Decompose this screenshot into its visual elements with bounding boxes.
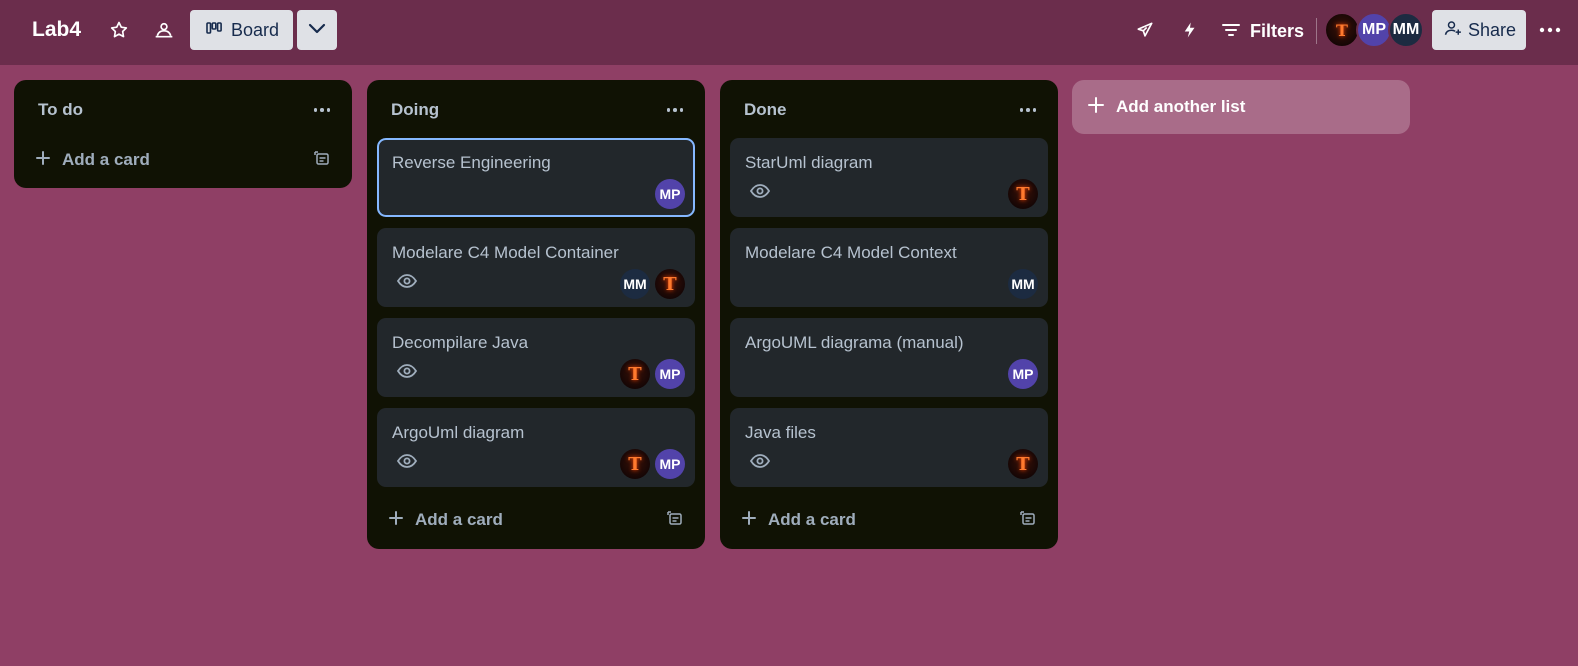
list-header: Done	[720, 80, 1058, 140]
list-doing: Doing Reverse Engineering MP Modelare C4…	[367, 80, 705, 549]
avatar[interactable]: MP	[1356, 12, 1392, 48]
view-switcher-button[interactable]	[297, 10, 337, 50]
avatar[interactable]: MM	[1388, 12, 1424, 48]
board-header: Lab4 Board Filters T MP MM Share	[0, 0, 1578, 65]
power-ups-icon[interactable]	[1129, 14, 1161, 46]
plus-icon	[1088, 96, 1104, 118]
star-icon[interactable]	[103, 14, 135, 46]
avatar[interactable]: MP	[1008, 359, 1038, 389]
card[interactable]: StarUml diagram T	[730, 138, 1048, 217]
list-done: Done StarUml diagram T Modelare C4 Model…	[720, 80, 1058, 549]
automation-icon[interactable]	[1174, 14, 1206, 46]
card-title: ArgoUML diagrama (manual)	[745, 333, 964, 352]
card-members: T MP	[620, 449, 685, 479]
avatar[interactable]: MM	[620, 269, 650, 299]
share-button[interactable]: Share	[1432, 10, 1526, 50]
avatar[interactable]: MM	[1008, 269, 1038, 299]
list-title[interactable]: To do	[38, 100, 83, 120]
card[interactable]: Java files T	[730, 408, 1048, 487]
card-title: Modelare C4 Model Context	[745, 243, 957, 262]
card[interactable]: ArgoUML diagrama (manual) MP	[730, 318, 1048, 397]
eye-icon	[396, 364, 418, 383]
board-title[interactable]: Lab4	[32, 18, 81, 42]
card-title: ArgoUml diagram	[392, 423, 525, 442]
list-title[interactable]: Doing	[391, 100, 439, 120]
eye-icon	[396, 274, 418, 293]
card-members: MP	[655, 179, 685, 209]
filter-icon	[1222, 21, 1240, 42]
board-members: T MP MM	[1324, 12, 1424, 48]
plus-icon	[389, 510, 403, 530]
plus-icon	[742, 510, 756, 530]
avatar[interactable]: MP	[655, 449, 685, 479]
card[interactable]: Decompilare Java T MP	[377, 318, 695, 397]
add-card-label: Add a card	[62, 150, 150, 169]
card-template-icon[interactable]	[314, 151, 330, 172]
list-header: To do	[14, 80, 352, 140]
list-menu-icon[interactable]	[308, 102, 337, 118]
card[interactable]: ArgoUml diagram T MP	[377, 408, 695, 487]
add-card-button[interactable]: Add a card	[377, 502, 695, 538]
avatar[interactable]: T	[620, 449, 650, 479]
plus-icon	[36, 150, 50, 170]
avatar[interactable]: MP	[655, 359, 685, 389]
list-header: Doing	[367, 80, 705, 140]
add-list-button[interactable]: Add another list	[1072, 80, 1410, 134]
header-divider	[1316, 18, 1317, 44]
share-label: Share	[1468, 19, 1517, 40]
add-card-button[interactable]: Add a card	[24, 142, 342, 178]
filters-label: Filters	[1250, 20, 1305, 41]
avatar[interactable]: T	[1008, 179, 1038, 209]
card-members: T	[1008, 179, 1038, 209]
card[interactable]: Reverse Engineering MP	[377, 138, 695, 217]
card-template-icon[interactable]	[1020, 511, 1036, 532]
board-view-icon	[206, 20, 222, 41]
add-card-label: Add a card	[768, 510, 856, 529]
add-card-label: Add a card	[415, 510, 503, 529]
card[interactable]: Modelare C4 Model Container MM T	[377, 228, 695, 307]
card-title: Java files	[745, 423, 816, 442]
card-members: MM	[1008, 269, 1038, 299]
add-card-button[interactable]: Add a card	[730, 502, 1048, 538]
card-title: Decompilare Java	[392, 333, 529, 352]
workspace-visibility-icon[interactable]	[148, 14, 180, 46]
card-members: T MP	[620, 359, 685, 389]
card[interactable]: Modelare C4 Model Context MM	[730, 228, 1048, 307]
card-template-icon[interactable]	[667, 511, 683, 532]
card-members: MM T	[620, 269, 685, 299]
eye-icon	[749, 454, 771, 473]
list-menu-icon[interactable]	[1014, 102, 1043, 118]
avatar[interactable]: T	[620, 359, 650, 389]
add-list-label: Add another list	[1116, 97, 1246, 116]
card-members: MP	[1008, 359, 1038, 389]
filters-button[interactable]: Filters	[1222, 14, 1304, 48]
avatar[interactable]: T	[655, 269, 685, 299]
eye-icon	[749, 184, 771, 203]
list-menu-icon[interactable]	[661, 102, 690, 118]
list-todo: To do Add a card	[14, 80, 352, 188]
card-title: StarUml diagram	[745, 153, 873, 172]
avatar[interactable]: T	[1008, 449, 1038, 479]
card-members: T	[1008, 449, 1038, 479]
card-title: Reverse Engineering	[392, 153, 551, 172]
board-view-label: Board	[231, 19, 280, 40]
chevron-down-icon	[308, 21, 326, 39]
add-person-icon	[1444, 19, 1462, 42]
avatar[interactable]: MP	[655, 179, 685, 209]
eye-icon	[396, 454, 418, 473]
avatar[interactable]: T	[1324, 12, 1360, 48]
list-title[interactable]: Done	[744, 100, 787, 120]
board-menu-icon[interactable]	[1534, 14, 1566, 46]
board-view-button[interactable]: Board	[190, 10, 293, 50]
card-title: Modelare C4 Model Container	[392, 243, 619, 262]
